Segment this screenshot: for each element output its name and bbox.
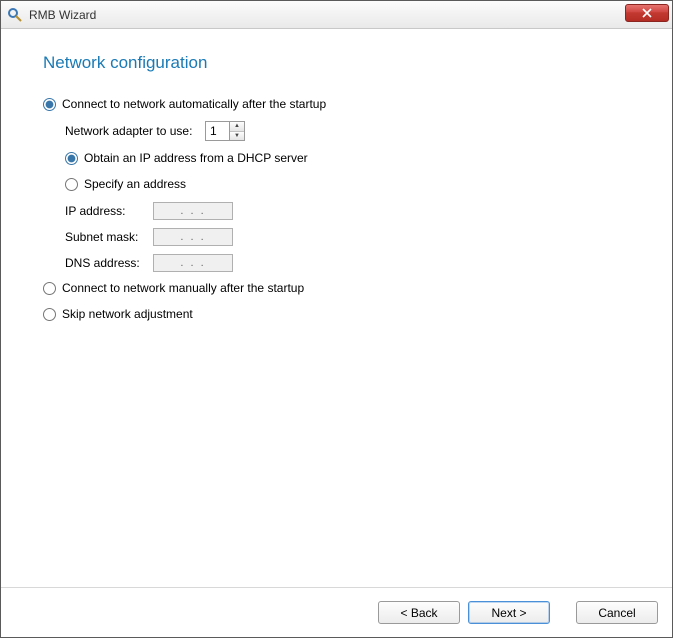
close-icon [642, 8, 652, 18]
label-specify: Specify an address [84, 177, 186, 191]
option-manual-row: Connect to network manually after the st… [43, 279, 640, 297]
label-skip: Skip network adjustment [62, 307, 193, 321]
ipmode-specify-row: Specify an address [65, 175, 640, 193]
ip-row: IP address: . . . [65, 201, 640, 221]
radio-auto[interactable] [43, 98, 56, 111]
label-manual: Connect to network manually after the st… [62, 281, 304, 295]
radio-specify[interactable] [65, 178, 78, 191]
option-auto-row: Connect to network automatically after t… [43, 95, 640, 113]
ip-label: IP address: [65, 204, 153, 218]
adapter-row: Network adapter to use: ▲ ▼ [65, 121, 640, 141]
cancel-button[interactable]: Cancel [576, 601, 658, 624]
wizard-window: RMB Wizard Network configuration Connect… [0, 0, 673, 638]
option-skip-row: Skip network adjustment [43, 305, 640, 323]
label-dhcp: Obtain an IP address from a DHCP server [84, 151, 308, 165]
footer: < Back Next > Cancel [1, 587, 672, 637]
subnet-input[interactable]: . . . [153, 228, 233, 246]
ipmode-dhcp-row: Obtain an IP address from a DHCP server [65, 149, 640, 167]
dns-input[interactable]: . . . [153, 254, 233, 272]
dns-row: DNS address: . . . [65, 253, 640, 273]
content-area: Network configuration Connect to network… [1, 29, 672, 587]
titlebar: RMB Wizard [1, 1, 672, 29]
subnet-row: Subnet mask: . . . [65, 227, 640, 247]
label-auto: Connect to network automatically after t… [62, 97, 326, 111]
dns-label: DNS address: [65, 256, 153, 270]
adapter-label: Network adapter to use: [65, 124, 205, 138]
next-button[interactable]: Next > [468, 601, 550, 624]
window-title: RMB Wizard [29, 8, 96, 22]
radio-manual[interactable] [43, 282, 56, 295]
radio-dhcp[interactable] [65, 152, 78, 165]
ip-input[interactable]: . . . [153, 202, 233, 220]
close-button[interactable] [625, 4, 669, 22]
adapter-input[interactable] [205, 121, 229, 141]
adapter-spinner[interactable]: ▲ ▼ [205, 121, 245, 141]
page-title: Network configuration [43, 53, 640, 73]
app-icon [7, 7, 23, 23]
back-button[interactable]: < Back [378, 601, 460, 624]
spinner-down[interactable]: ▼ [230, 132, 244, 141]
radio-skip[interactable] [43, 308, 56, 321]
spinner-up[interactable]: ▲ [230, 122, 244, 132]
subnet-label: Subnet mask: [65, 230, 153, 244]
spinner-buttons: ▲ ▼ [229, 121, 245, 141]
